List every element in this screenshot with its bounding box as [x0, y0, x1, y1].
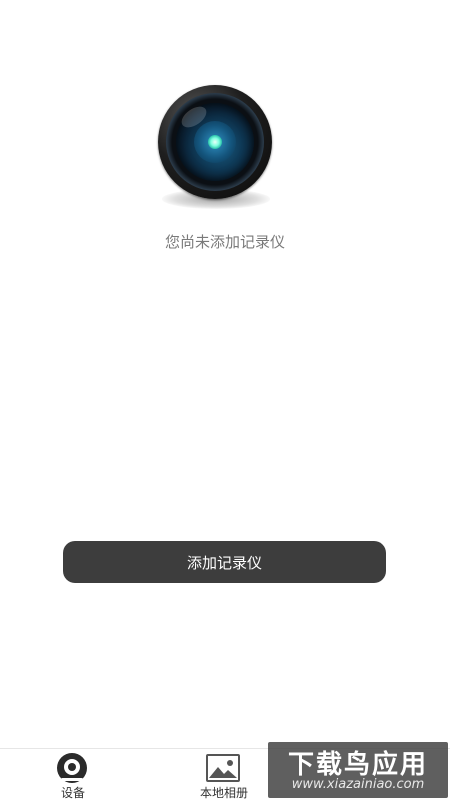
add-recorder-button[interactable]: 添加记录仪 [63, 541, 386, 583]
tab-devices-label: 设备 [60, 786, 85, 800]
album-image-icon [206, 754, 240, 782]
empty-state-message: 您尚未添加记录仪 [164, 233, 285, 251]
watermark-title: 下载鸟应用 [287, 750, 428, 780]
watermark-url: www.xiazainiao.com [291, 777, 425, 792]
tab-local-album-label: 本地相册 [199, 786, 248, 800]
tab-devices[interactable]: 设备 [28, 749, 118, 801]
watermark-logo: 下载鸟应用 www.xiazainiao.com [268, 742, 448, 798]
camera-lens-icon [158, 85, 274, 215]
tab-local-album[interactable]: 本地相册 [179, 749, 269, 801]
device-camera-icon [57, 753, 87, 783]
